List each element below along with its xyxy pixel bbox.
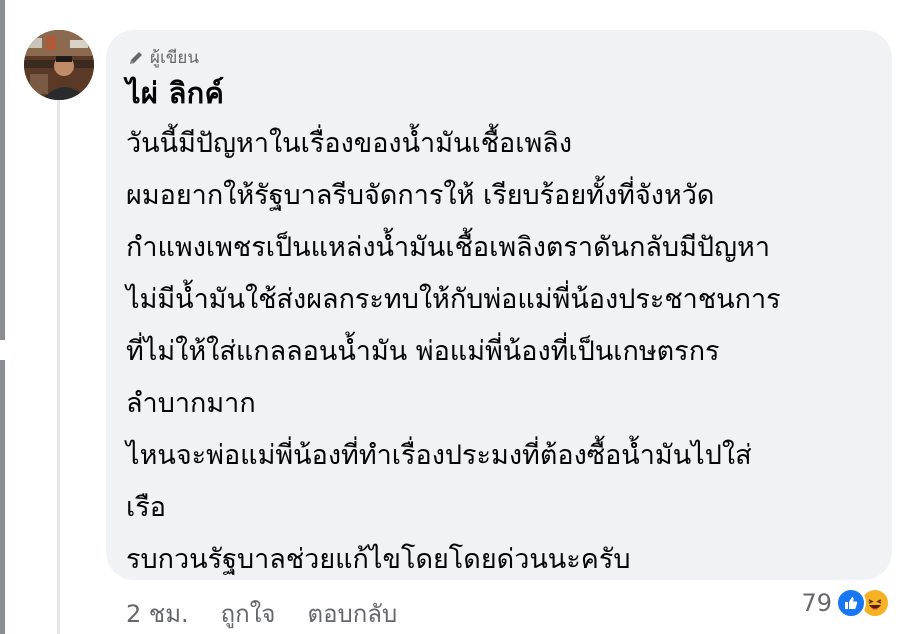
- divider-gap: [0, 340, 8, 360]
- author-name[interactable]: ไผ่ ลิกค์: [126, 70, 224, 116]
- comment-line: วันนี้มีปัญหาในเรื่องของน้ำมันเชื้อเพลิง: [126, 128, 573, 159]
- comment-line: รบกวนรัฐบาลช่วยแก้ไขโดยโดยด่วนนะครับ: [126, 544, 631, 575]
- comment-line: ไม่มีน้ำมันใช้ส่งผลกระทบให้กับพ่อแม่พี่น…: [126, 284, 781, 315]
- pencil-icon: [130, 51, 142, 64]
- avatar[interactable]: [24, 30, 94, 100]
- author-badge: ผู้เขียน: [128, 44, 199, 71]
- avatar-photo: [24, 30, 94, 100]
- comment-line: ลำบากมาก: [126, 388, 256, 419]
- comment-text: วันนี้มีปัญหาในเรื่องของน้ำมันเชื้อเพลิง…: [126, 118, 886, 586]
- reply-button[interactable]: ตอบกลับ: [307, 594, 397, 633]
- like-button[interactable]: ถูกใจ: [221, 594, 276, 633]
- comment-line: ไหนจะพ่อแม่พี่น้องที่ทำเรื่องประมงที่ต้อ…: [126, 440, 752, 471]
- comment-actions: 2 ชม. ถูกใจ ตอบกลับ: [126, 594, 397, 633]
- comment-line: กำแพงเพชรเป็นแหล่งน้ำมันเชื้อเพลิงตราดัน…: [126, 232, 771, 263]
- timestamp[interactable]: 2 ชม.: [126, 594, 189, 633]
- author-badge-label: ผู้เขียน: [150, 48, 199, 68]
- reaction-summary[interactable]: 79: [801, 588, 890, 618]
- like-icon: [836, 588, 866, 618]
- scroll-edge: [0, 0, 5, 634]
- thread-line: [57, 98, 60, 634]
- reaction-count: 79: [801, 589, 832, 617]
- comment-line: ที่ไม่ให้ใส่แกลลอนน้ำมัน พ่อแม่พี่น้องที…: [126, 336, 720, 367]
- comment-line: เรือ: [126, 492, 166, 523]
- comment-line: ผมอยากให้รัฐบาลรีบจัดการให้ เรียบร้อยทั้…: [126, 180, 715, 211]
- comment-bubble: ผู้เขียน ไผ่ ลิกค์ วันนี้มีปัญหาในเรื่อง…: [106, 30, 892, 580]
